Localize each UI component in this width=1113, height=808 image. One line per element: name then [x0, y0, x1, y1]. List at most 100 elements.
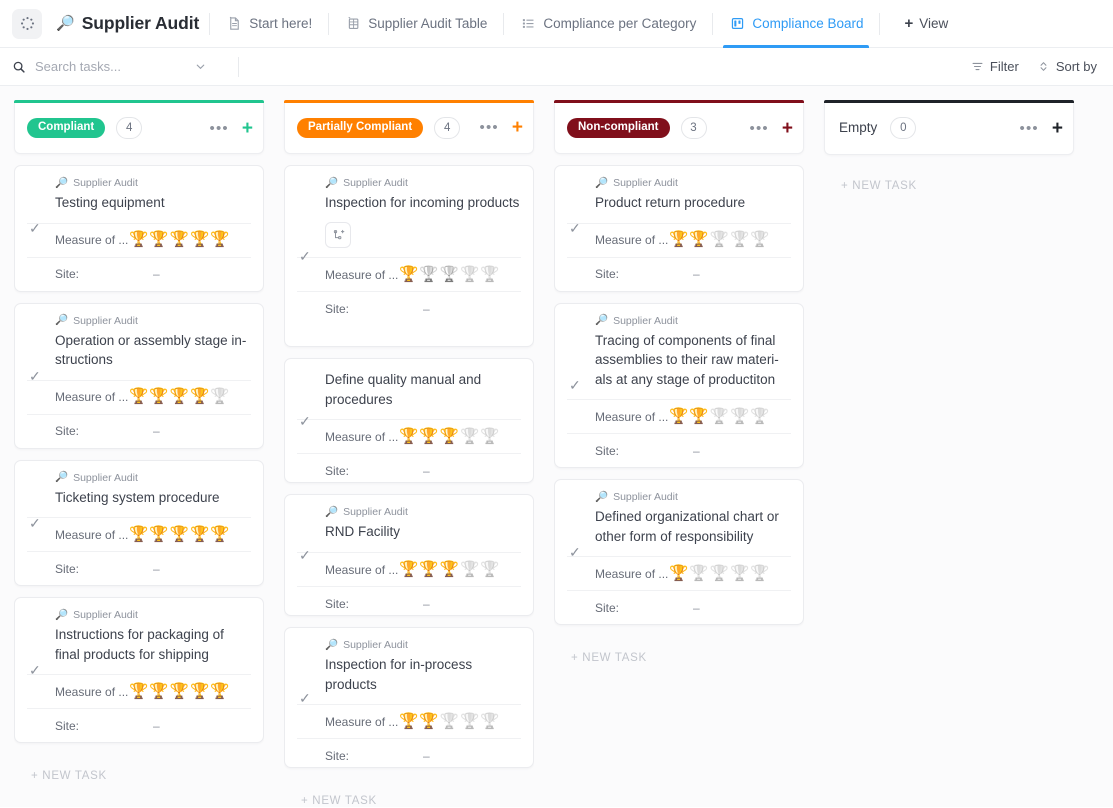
- column-actions: ••• +: [1020, 119, 1063, 138]
- trophy-icon: 🏆: [399, 714, 418, 730]
- rating-trophies[interactable]: 🏆🏆🏆🏆🏆: [399, 267, 500, 283]
- rating-trophies[interactable]: 🏆🏆🏆🏆🏆: [669, 409, 770, 425]
- column-menu-icon[interactable]: •••: [210, 121, 229, 136]
- add-task-icon[interactable]: +: [782, 119, 793, 138]
- search-input[interactable]: [35, 59, 185, 74]
- new-task-button[interactable]: + NEW TASK: [554, 636, 804, 664]
- table-icon: [345, 16, 361, 32]
- add-view-button[interactable]: + View: [896, 0, 956, 48]
- rating-trophies[interactable]: 🏆🏆🏆🏆🏆: [129, 684, 230, 700]
- complete-task-checkmark-icon[interactable]: ✓: [29, 221, 41, 235]
- status-badge[interactable]: Non-compliant: [567, 118, 670, 139]
- task-card[interactable]: ✓🔎Supplier AuditInstructions for packagi…: [14, 597, 264, 743]
- trophy-icon: 🏆: [460, 429, 479, 445]
- trophy-icon: 🏆: [480, 429, 499, 445]
- task-card[interactable]: ✓🔎Supplier AuditInspection for in-proces…: [284, 627, 534, 768]
- field-value[interactable]: –: [399, 597, 430, 611]
- subtask-icon[interactable]: [325, 222, 351, 248]
- status-badge[interactable]: Compliant: [27, 118, 105, 139]
- new-task-button[interactable]: + NEW TASK: [284, 779, 534, 807]
- status-badge[interactable]: Empty: [837, 117, 879, 140]
- custom-field-rating-row: Measure of ...🏆🏆🏆🏆🏆: [297, 257, 521, 291]
- column-card-list: ✓🔎Supplier AuditProduct return procedure…: [554, 165, 804, 664]
- custom-field-rating-row: Measure of ...🏆🏆🏆🏆🏆: [27, 517, 251, 551]
- trophy-icon: 🏆: [419, 562, 438, 578]
- complete-task-checkmark-icon[interactable]: ✓: [569, 221, 581, 235]
- rating-trophies[interactable]: 🏆🏆🏆🏆🏆: [669, 232, 770, 248]
- breadcrumb-label: Supplier Audit: [73, 472, 138, 484]
- task-card[interactable]: ✓🔎Supplier AuditProduct return procedure…: [554, 165, 804, 292]
- tab-start-here[interactable]: Start here!: [220, 0, 318, 48]
- column-menu-icon[interactable]: •••: [1020, 121, 1039, 136]
- trophy-icon: 🏆: [190, 232, 209, 248]
- rating-trophies[interactable]: 🏆🏆🏆🏆🏆: [129, 232, 230, 248]
- complete-task-checkmark-icon[interactable]: ✓: [299, 249, 311, 263]
- task-card[interactable]: ✓Define quality manual and proceduresMea…: [284, 358, 534, 483]
- trophy-icon: 🏆: [669, 232, 688, 248]
- task-card[interactable]: ✓🔎Supplier AuditTesting equipmentMeasure…: [14, 165, 264, 292]
- breadcrumb-label: Supplier Audit: [73, 177, 138, 189]
- field-value[interactable]: –: [399, 302, 430, 316]
- field-value[interactable]: –: [129, 562, 160, 576]
- task-card[interactable]: ✓🔎Supplier AuditTracing of components of…: [554, 303, 804, 469]
- complete-task-checkmark-icon[interactable]: ✓: [29, 516, 41, 530]
- field-value[interactable]: –: [669, 267, 700, 281]
- status-badge[interactable]: Partially Compliant: [297, 118, 423, 139]
- task-card[interactable]: ✓🔎Supplier AuditRND FacilityMeasure of .…: [284, 494, 534, 616]
- custom-field-site-row: Site:–: [567, 590, 791, 624]
- field-value[interactable]: –: [129, 424, 160, 438]
- chevron-down-icon[interactable]: [194, 60, 207, 73]
- complete-task-checkmark-icon[interactable]: ✓: [299, 548, 311, 562]
- field-value[interactable]: –: [129, 267, 160, 281]
- complete-task-checkmark-icon[interactable]: ✓: [299, 414, 311, 428]
- task-card[interactable]: ✓🔎Supplier AuditDefined organizational c…: [554, 479, 804, 625]
- trophy-icon: 🏆: [419, 714, 438, 730]
- column-menu-icon[interactable]: •••: [750, 121, 769, 136]
- board-column: Partially Compliant4•••+✓🔎Supplier Audit…: [284, 100, 534, 807]
- tab-supplier-audit-table[interactable]: Supplier Audit Table: [339, 0, 493, 48]
- magnifier-icon: 🔎: [55, 178, 68, 189]
- search-box[interactable]: [12, 59, 224, 74]
- task-card[interactable]: ✓🔎Supplier AuditOperation or assembly st…: [14, 303, 264, 449]
- complete-task-checkmark-icon[interactable]: ✓: [569, 378, 581, 392]
- field-value[interactable]: –: [399, 749, 430, 763]
- task-card[interactable]: ✓🔎Supplier AuditTicketing system procedu…: [14, 460, 264, 587]
- field-value[interactable]: –: [129, 719, 160, 733]
- column-menu-icon[interactable]: •••: [480, 120, 499, 135]
- sort-icon: [1037, 60, 1050, 73]
- column-card-list: + NEW TASK: [824, 166, 1074, 192]
- sort-button[interactable]: Sort by: [1037, 59, 1097, 74]
- new-task-button[interactable]: + NEW TASK: [824, 166, 1074, 192]
- rating-trophies[interactable]: 🏆🏆🏆🏆🏆: [129, 389, 230, 405]
- add-view-label: View: [919, 16, 948, 31]
- rating-trophies[interactable]: 🏆🏆🏆🏆🏆: [399, 714, 500, 730]
- add-task-icon[interactable]: +: [512, 118, 523, 137]
- rating-trophies[interactable]: 🏆🏆🏆🏆🏆: [399, 562, 500, 578]
- card-breadcrumb: 🔎Supplier Audit: [325, 506, 521, 518]
- field-value[interactable]: –: [669, 444, 700, 458]
- tab-compliance-per-category[interactable]: Compliance per Category: [514, 0, 702, 48]
- complete-task-checkmark-icon[interactable]: ✓: [569, 545, 581, 559]
- field-value[interactable]: –: [669, 601, 700, 615]
- task-count-badge: 4: [434, 117, 460, 139]
- task-card[interactable]: ✓🔎Supplier AuditInspection for incoming …: [284, 165, 534, 347]
- add-task-icon[interactable]: +: [1052, 119, 1063, 138]
- app-status-icon-button[interactable]: [12, 9, 42, 39]
- add-task-icon[interactable]: +: [242, 119, 253, 138]
- magnifier-icon: 🔎: [55, 472, 68, 483]
- new-task-button[interactable]: + NEW TASK: [14, 754, 264, 782]
- rating-trophies[interactable]: 🏆🏆🏆🏆🏆: [399, 429, 500, 445]
- field-value[interactable]: –: [399, 464, 430, 478]
- tab-label: Compliance per Category: [543, 17, 696, 31]
- task-title: Inspection for in-process products: [325, 655, 521, 694]
- complete-task-checkmark-icon[interactable]: ✓: [29, 663, 41, 677]
- magnifier-icon: 🔎: [595, 315, 608, 326]
- complete-task-checkmark-icon[interactable]: ✓: [29, 369, 41, 383]
- rating-trophies[interactable]: 🏆🏆🏆🏆🏆: [669, 566, 770, 582]
- project-title-group[interactable]: 🔎 Supplier Audit: [56, 13, 199, 34]
- complete-task-checkmark-icon[interactable]: ✓: [299, 691, 311, 705]
- filter-button[interactable]: Filter: [971, 59, 1019, 74]
- rating-trophies[interactable]: 🏆🏆🏆🏆🏆: [129, 527, 230, 543]
- tab-compliance-board[interactable]: Compliance Board: [723, 0, 869, 48]
- trophy-icon: 🏆: [149, 389, 168, 405]
